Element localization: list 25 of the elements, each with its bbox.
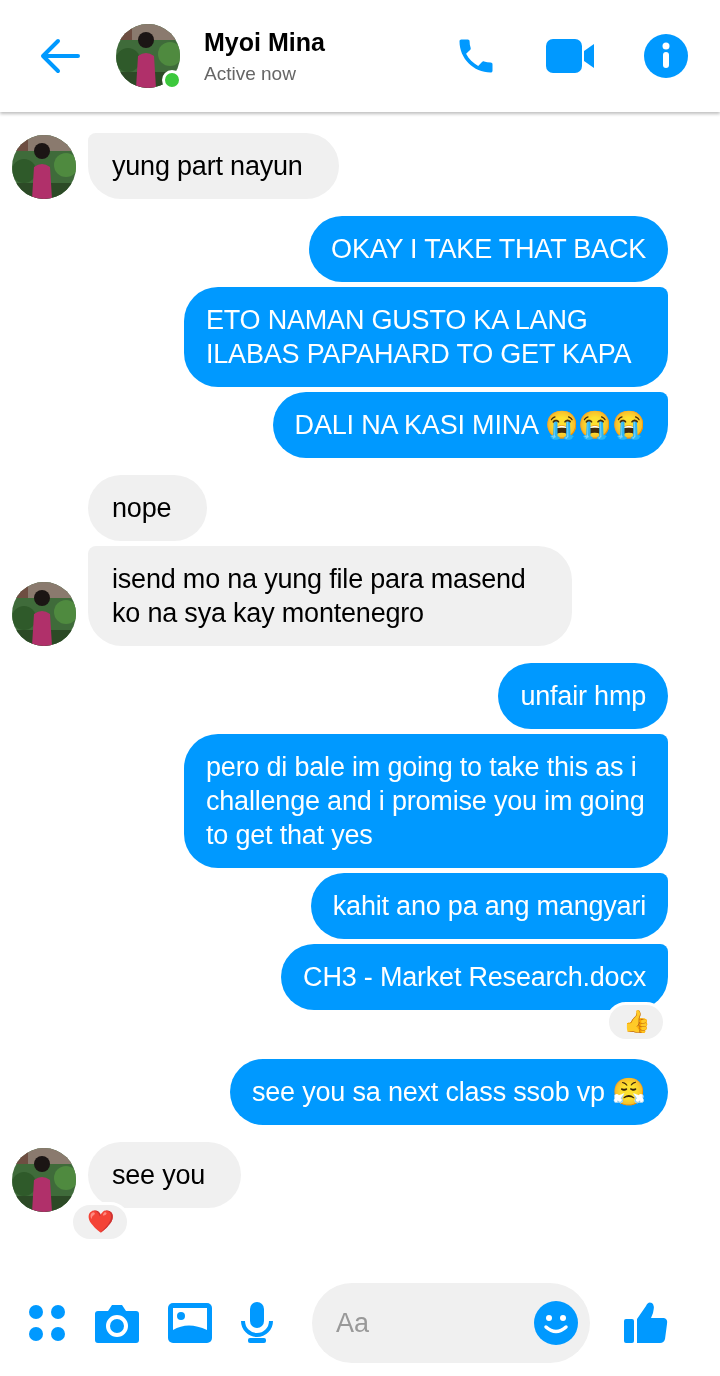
emoji-icon[interactable] bbox=[534, 1301, 578, 1345]
microphone-icon[interactable] bbox=[240, 1302, 274, 1344]
received-message: see you bbox=[88, 1142, 242, 1208]
reaction: 👍 bbox=[606, 1002, 666, 1042]
sent-message: kahit ano pa ang mangyari bbox=[310, 873, 668, 939]
thumbs-up-icon[interactable] bbox=[624, 1301, 668, 1345]
gallery-icon[interactable] bbox=[168, 1303, 212, 1343]
contact-name: Myoi Mina bbox=[204, 27, 326, 57]
active-status: Active now bbox=[204, 62, 297, 85]
camera-icon[interactable] bbox=[94, 1303, 140, 1343]
received-message: isend mo na yung file para masend ko na sya kay montenegro bbox=[88, 546, 572, 646]
sent-message: unfair hmp bbox=[498, 663, 668, 729]
received-message: nope bbox=[88, 475, 208, 541]
sent-message: see you sa next class ssob vp 😤 bbox=[230, 1059, 668, 1125]
sent-message: CH3 - Market Research.docx bbox=[281, 944, 668, 1010]
sent-message: pero di bale im going to take this as i challenge and i promise you im going to get that yes bbox=[184, 734, 668, 868]
info-icon[interactable] bbox=[644, 34, 688, 78]
menu-dots-icon[interactable] bbox=[28, 1304, 66, 1342]
sent-message: OKAY I TAKE THAT BACK bbox=[309, 216, 668, 282]
sent-message: DALI NA KASI MINA 😭😭😭 bbox=[272, 392, 668, 458]
reaction: ❤ bbox=[70, 1202, 130, 1242]
received-message: yung part nayun bbox=[88, 133, 339, 199]
message-field[interactable]: Aa bbox=[312, 1283, 590, 1363]
sent-message: ETO NAMAN GUSTO KA LANG ILABAS PAPAHARD TO GET KAPA bbox=[184, 287, 668, 387]
video-camera-icon[interactable] bbox=[546, 39, 596, 73]
